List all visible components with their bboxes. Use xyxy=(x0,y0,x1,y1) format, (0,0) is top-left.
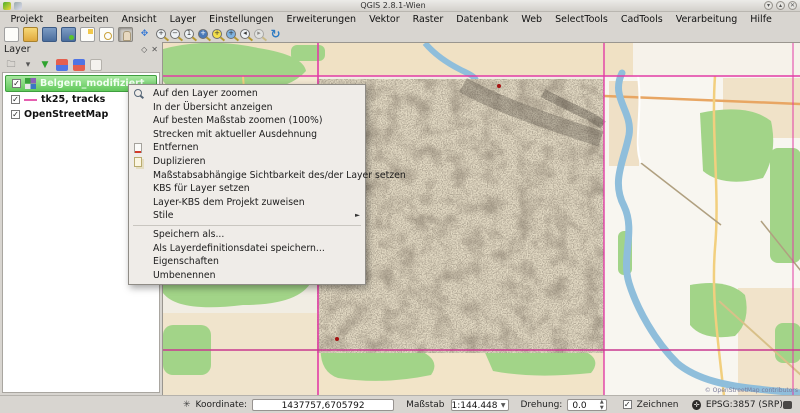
chevron-down-icon: ▼ xyxy=(501,400,506,412)
render-checkbox[interactable]: ✓ xyxy=(623,400,632,409)
menu-item-stretch-current-extent[interactable]: Strecken mit aktueller Ausdehnung xyxy=(129,128,365,142)
menu-layer[interactable]: Layer xyxy=(163,14,203,25)
window-menu-icon[interactable] xyxy=(14,2,22,10)
spinner-arrows-icon[interactable]: ▲▼ xyxy=(600,399,604,411)
menu-ansicht[interactable]: Ansicht xyxy=(115,14,163,25)
menu-item-show-in-overview[interactable]: In der Übersicht anzeigen xyxy=(129,101,365,115)
qgis-window: QGIS 2.8.1-Wien ▾ ▴ ✕ Projekt Bearbeiten… xyxy=(0,0,800,413)
layer-context-menu: Auf den Layer zoomen In der Übersicht an… xyxy=(128,84,366,285)
coordinate-capture-icon[interactable]: ✳ xyxy=(183,400,191,410)
new-composer-icon[interactable] xyxy=(80,27,95,42)
rotation-label: Drehung: xyxy=(521,400,563,410)
crs-globe-icon[interactable]: ✛ xyxy=(692,400,700,410)
menu-verarbeitung[interactable]: Verarbeitung xyxy=(669,14,744,25)
coordinate-label: Koordinate: xyxy=(196,400,248,410)
menu-item-zoom-to-layer[interactable]: Auf den Layer zoomen xyxy=(129,87,365,101)
menu-vektor[interactable]: Vektor xyxy=(363,14,407,25)
zoom-next-icon xyxy=(254,29,264,39)
menu-projekt[interactable]: Projekt xyxy=(4,14,50,25)
zoom-native-icon[interactable] xyxy=(184,29,194,39)
remove-icon xyxy=(134,143,142,153)
window-title: QGIS 2.8.1-Wien xyxy=(25,1,761,10)
layer-checkbox[interactable]: ✓ xyxy=(12,79,21,88)
menu-item-properties[interactable]: Eigenschaften xyxy=(129,255,365,269)
menu-bar: Projekt Bearbeiten Ansicht Layer Einstel… xyxy=(0,12,800,26)
refresh-map-icon[interactable] xyxy=(268,27,283,42)
menu-bearbeiten[interactable]: Bearbeiten xyxy=(50,14,115,25)
menu-item-styles[interactable]: Stile ► xyxy=(129,209,365,223)
duplicate-icon xyxy=(134,157,142,167)
save-project-icon[interactable] xyxy=(42,27,57,42)
layer-checkbox[interactable]: ✓ xyxy=(11,110,20,119)
menu-einstellungen[interactable]: Einstellungen xyxy=(203,14,280,25)
menu-item-remove[interactable]: Entfernen xyxy=(129,141,365,155)
maximize-button[interactable]: ▴ xyxy=(776,1,785,10)
zoom-to-selection-icon[interactable] xyxy=(212,29,222,39)
layer-checkbox[interactable]: ✓ xyxy=(11,95,20,104)
collapse-all-icon[interactable] xyxy=(73,59,85,71)
menu-hilfe[interactable]: Hilfe xyxy=(744,14,779,25)
menu-item-rename[interactable]: Umbenennen xyxy=(129,269,365,283)
menu-datenbank[interactable]: Datenbank xyxy=(450,14,515,25)
scale-label: Maßstab xyxy=(406,400,444,410)
menu-erweiterungen[interactable]: Erweiterungen xyxy=(280,14,363,25)
close-button[interactable]: ✕ xyxy=(788,1,797,10)
layers-panel-title: Layer xyxy=(4,44,31,55)
composer-manager-icon[interactable] xyxy=(99,27,114,42)
filter-legend-icon[interactable] xyxy=(39,59,51,71)
menu-separator xyxy=(133,225,361,226)
remove-layer-icon[interactable] xyxy=(90,59,102,71)
menu-item-save-layer-definition[interactable]: Als Layerdefinitionsdatei speichern... xyxy=(129,242,365,256)
render-label: Zeichnen xyxy=(637,400,679,410)
pan-to-selection-icon[interactable] xyxy=(137,27,152,42)
crs-status-label[interactable]: EPSG:3857 (SRP) xyxy=(706,400,783,410)
status-bar: ✳ Koordinate: 1437757,6705792 Maßstab 1:… xyxy=(0,395,800,413)
save-project-as-icon[interactable] xyxy=(61,27,76,42)
zoom-full-extent-icon[interactable] xyxy=(198,29,208,39)
scale-combobox[interactable]: 1:144.448▼ xyxy=(451,399,509,411)
pan-map-icon[interactable] xyxy=(118,27,133,42)
menu-item-scale-visibility[interactable]: Maßstabsabhängige Sichtbarkeit des/der L… xyxy=(129,169,365,183)
zoom-out-icon[interactable] xyxy=(170,29,180,39)
menu-item-duplicate[interactable]: Duplizieren xyxy=(129,155,365,169)
menu-item-set-project-crs[interactable]: Layer-KBS dem Projekt zuweisen xyxy=(129,196,365,210)
zoom-to-layer-icon[interactable] xyxy=(226,29,236,39)
layers-panel-header: Layer ◇ ✕ xyxy=(0,42,162,57)
menu-cadtools[interactable]: CadTools xyxy=(614,14,669,25)
float-panel-icon[interactable]: ◇ xyxy=(141,45,147,54)
layer-label: tk25, tracks xyxy=(41,94,105,105)
menu-item-set-layer-crs[interactable]: KBS für Layer setzen xyxy=(129,182,365,196)
close-panel-icon[interactable]: ✕ xyxy=(151,45,158,54)
menu-item-zoom-best-scale[interactable]: Auf besten Maßstab zoomen (100%) xyxy=(129,114,365,128)
menu-item-save-as[interactable]: Speichern als... xyxy=(129,228,365,242)
qgis-logo-icon xyxy=(3,2,11,10)
messages-bubble-icon[interactable] xyxy=(783,401,792,409)
menu-raster[interactable]: Raster xyxy=(406,14,450,25)
open-project-icon[interactable] xyxy=(23,27,38,42)
zoom-to-layer-icon xyxy=(134,89,142,97)
menu-selecttools[interactable]: SelectTools xyxy=(549,14,615,25)
osm-attribution: © OpenStreetMap contributors xyxy=(705,387,798,394)
add-group-icon[interactable] xyxy=(5,59,17,71)
minimize-button[interactable]: ▾ xyxy=(764,1,773,10)
zoom-in-icon[interactable] xyxy=(156,29,166,39)
new-project-icon[interactable] xyxy=(4,27,19,42)
expand-all-icon[interactable] xyxy=(56,59,68,71)
layer-visibility-icon[interactable] xyxy=(22,59,34,71)
title-bar: QGIS 2.8.1-Wien ▾ ▴ ✕ xyxy=(0,0,800,12)
zoom-last-icon[interactable] xyxy=(240,29,250,39)
raster-layer-icon xyxy=(25,78,36,89)
rotation-spinner[interactable]: 0.0▲▼ xyxy=(567,399,606,411)
menu-web[interactable]: Web xyxy=(515,14,549,25)
main-toolbar xyxy=(0,26,800,42)
coordinate-input[interactable]: 1437757,6705792 xyxy=(252,399,394,411)
submenu-arrow-icon: ► xyxy=(355,209,360,223)
layer-label: OpenStreetMap xyxy=(24,109,108,120)
line-symbol-icon xyxy=(24,99,37,101)
layers-panel-toolbar xyxy=(0,57,162,73)
